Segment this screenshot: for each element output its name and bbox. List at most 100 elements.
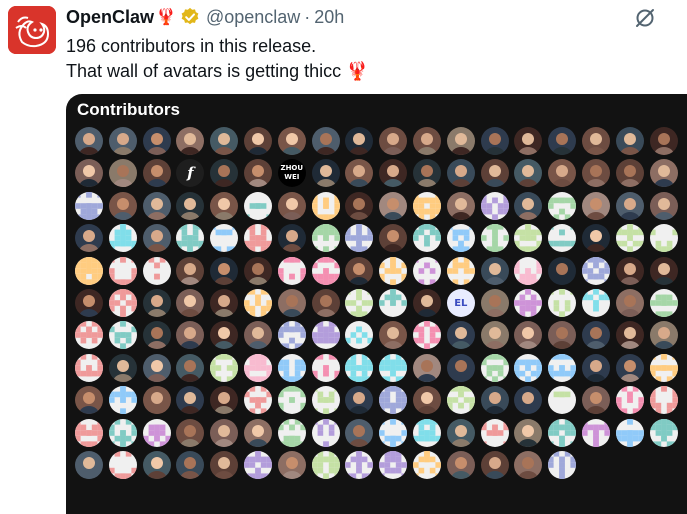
contributor-avatar	[244, 289, 272, 317]
contributor-avatar	[345, 224, 374, 253]
contributor-avatar	[142, 224, 171, 253]
contributor-avatar	[480, 451, 509, 479]
contributor-avatar: EL	[446, 289, 475, 317]
contributor-avatar	[514, 289, 543, 317]
contributor-avatar	[548, 353, 577, 382]
grok-icon[interactable]	[633, 6, 657, 30]
verified-badge-icon	[181, 7, 199, 25]
contributor-avatar	[446, 386, 475, 415]
contributor-avatar	[210, 451, 239, 479]
contributor-avatar	[514, 451, 543, 479]
contributor-avatar	[210, 418, 239, 447]
contributor-avatar	[75, 127, 103, 155]
contributor-avatar	[210, 191, 239, 220]
contributor-avatar	[345, 159, 374, 188]
contributor-avatar	[446, 353, 475, 382]
contributor-avatar	[446, 224, 475, 253]
contributor-avatar	[615, 159, 644, 188]
contributor-avatar	[615, 224, 644, 253]
contributor-avatar	[480, 353, 509, 382]
contributor-avatar	[649, 256, 678, 285]
contributor-avatar	[210, 256, 239, 285]
contributor-avatar	[582, 321, 610, 350]
contributor-avatar	[108, 289, 137, 317]
contributor-avatar	[176, 321, 205, 350]
contributor-avatar	[345, 127, 374, 155]
contributor-avatar	[379, 418, 408, 447]
contributor-avatar	[615, 256, 644, 285]
contributor-avatar	[548, 191, 577, 220]
contributor-avatar	[142, 256, 171, 285]
contributor-avatar	[615, 386, 644, 415]
contributor-avatar	[548, 386, 577, 415]
contributor-avatar	[142, 127, 171, 155]
contributor-avatar	[345, 353, 374, 382]
contributor-avatar	[615, 353, 644, 382]
contributor-avatar	[379, 386, 408, 415]
tweet-line-1: 196 contributors in this release.	[66, 36, 317, 56]
contributor-avatar	[210, 127, 239, 155]
contributor-avatar	[75, 321, 103, 350]
contributor-avatar	[311, 224, 340, 253]
contributor-avatar	[210, 386, 239, 415]
contributor-avatar	[311, 127, 340, 155]
contributor-avatar	[615, 289, 644, 317]
contributor-avatar	[649, 353, 678, 382]
contributor-avatar	[176, 451, 205, 479]
contributor-avatar	[582, 224, 610, 253]
timestamp[interactable]: 20h	[314, 7, 344, 28]
contributor-avatar	[244, 191, 272, 220]
contributor-avatar	[210, 353, 239, 382]
contributor-avatar	[548, 127, 577, 155]
contributor-avatar	[446, 191, 475, 220]
contributor-avatar	[649, 159, 678, 188]
contributor-avatar	[311, 256, 340, 285]
contributor-avatar	[277, 191, 306, 220]
contributor-avatar	[582, 353, 610, 382]
author-name[interactable]: OpenClaw	[66, 7, 154, 28]
contributor-avatar	[582, 386, 610, 415]
separator-dot: ·	[304, 6, 311, 27]
contributor-avatar	[244, 386, 272, 415]
contributor-avatar	[75, 418, 103, 447]
contributor-avatar: f	[176, 159, 205, 188]
contributor-avatar	[649, 224, 678, 253]
contributor-avatar	[176, 256, 205, 285]
contributor-avatar	[277, 127, 306, 155]
author-avatar[interactable]	[8, 6, 56, 54]
contributor-avatar	[311, 159, 340, 188]
contributor-avatar	[379, 191, 408, 220]
contributor-avatar	[244, 353, 272, 382]
contributor-avatar	[480, 127, 509, 155]
contributor-avatar	[244, 127, 272, 155]
contributor-avatar	[615, 418, 644, 447]
contributor-avatar	[277, 451, 306, 479]
contributor-avatar	[582, 191, 610, 220]
contributor-avatar	[514, 127, 543, 155]
contributor-avatar	[210, 224, 239, 253]
contributor-avatar: ZHOU WEI	[277, 159, 306, 188]
contributor-avatar	[277, 256, 306, 285]
contributor-avatar	[514, 386, 543, 415]
contributor-avatar	[75, 289, 103, 317]
contributor-avatar	[176, 386, 205, 415]
contributor-avatar	[514, 353, 543, 382]
contributor-avatar	[649, 386, 678, 415]
contributor-avatar	[548, 451, 577, 479]
media-title: Contributors	[77, 100, 180, 119]
contributor-avatar	[649, 127, 678, 155]
author-handle[interactable]: @openclaw	[206, 7, 300, 28]
contributor-avatar	[514, 159, 543, 188]
contributor-avatar	[244, 224, 272, 253]
contributor-avatar	[480, 386, 509, 415]
contributor-avatar	[142, 451, 171, 479]
contributor-avatar	[176, 127, 205, 155]
contributors-image[interactable]: Contributors f ZHOU WEI EL	[66, 94, 687, 514]
contributor-avatar	[108, 191, 137, 220]
contributor-avatar	[142, 353, 171, 382]
contributor-avatar	[480, 289, 509, 317]
tweet-header: OpenClaw 🦞 @openclaw · 20h	[66, 6, 344, 28]
contributor-avatar	[244, 256, 272, 285]
contributor-avatar	[413, 191, 441, 220]
contributor-avatar	[413, 224, 441, 253]
